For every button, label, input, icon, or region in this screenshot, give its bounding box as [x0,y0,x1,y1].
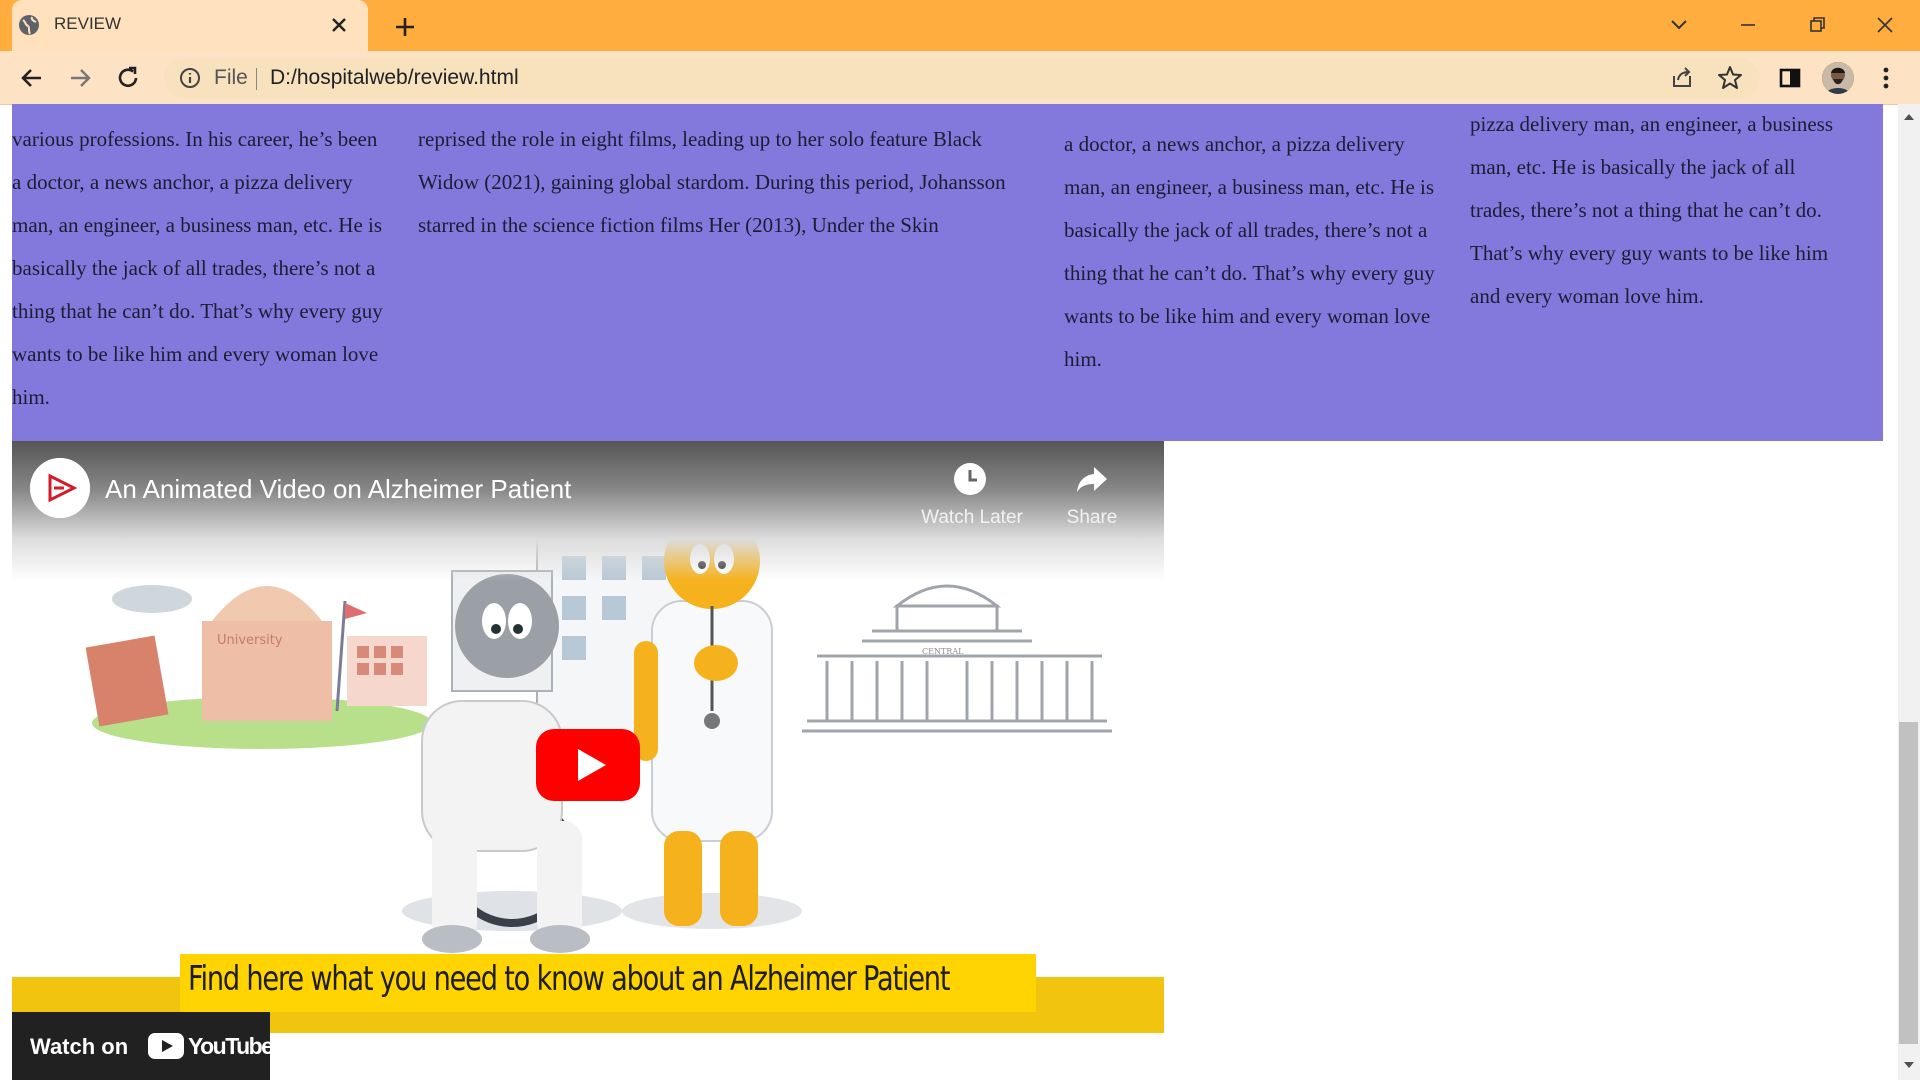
sign-university: University [217,633,283,648]
file-scheme-label: File [214,66,248,89]
url-text[interactable]: D:/hospitalweb/review.html [270,66,519,90]
review-text-line: a doctor, a news anchor, a pizza deliver… [12,170,353,194]
review-text-line: thing that he can’t do. That’s why every… [12,299,383,323]
review-column-1: various professions. In his career, he’s… [12,118,422,419]
review-column-4: pizza delivery man, an engineer, a busin… [1470,103,1880,318]
globe-icon [19,15,39,35]
review-text-line: starred in the science fiction films Her… [418,213,939,237]
minimize-icon[interactable] [1733,10,1763,40]
review-text-line: pizza delivery man, an engineer, a busin… [1470,112,1834,136]
channel-logo[interactable] [30,458,90,518]
share-page-icon[interactable] [1666,62,1698,94]
sign-central: CENTRAL [922,647,964,656]
bookmark-star-icon[interactable] [1714,62,1746,94]
review-column-3: a doctor, a news anchor, a pizza deliver… [1064,123,1474,381]
youtube-video-embed[interactable]: University CENTRAL An Animated Video on … [12,441,1164,1080]
review-text-line: man, etc. He is basically the jack of al… [1470,155,1796,179]
review-text-line: thing that he can’t do. That’s why every… [1064,261,1435,285]
new-tab-icon[interactable] [390,12,420,42]
scroll-up-arrow-icon[interactable] [1902,110,1916,124]
share-arrow-icon[interactable] [1074,461,1110,497]
kebab-menu-icon[interactable] [1870,62,1902,94]
info-icon[interactable] [178,66,202,90]
restore-window-icon[interactable] [1802,10,1832,40]
video-banner-text: Find here what you need to know about an… [188,959,951,999]
play-button-icon[interactable] [536,729,640,801]
review-text-line: various professions. In his career, he’s… [12,127,378,151]
review-text-line: and every woman love him. [1470,284,1704,308]
youtube-wordmark: YouTube [188,1033,274,1059]
watch-later-button[interactable]: Watch Later [917,507,1027,529]
review-text-line: man, an engineer, a business man, etc. H… [12,213,383,237]
review-text-line: a doctor, a news anchor, a pizza deliver… [1064,132,1405,156]
review-text-line: man, an engineer, a business man, etc. H… [1064,175,1435,199]
reviews-section: various professions. In his career, he’s… [12,104,1883,441]
watch-on-label: Watch on [30,1034,129,1059]
review-text-line: That’s why every guy wants to be like hi… [1470,241,1829,265]
side-panel-icon[interactable] [1774,62,1806,94]
scrollbar-thumb[interactable] [1899,722,1918,1044]
review-text-line: him. [1064,347,1102,371]
review-column-3-cut-line [1064,100,1474,114]
youtube-logo-icon [148,1033,184,1059]
tab-search-chevron-icon[interactable] [1664,10,1694,40]
back-arrow-icon[interactable] [16,62,48,94]
close-window-icon[interactable] [1870,10,1900,40]
clock-icon[interactable] [952,461,988,497]
review-text-line: reprised the role in eight films, leadin… [418,127,982,151]
close-tab-icon[interactable] [326,12,352,38]
review-text-line: wants to be like him and every woman lov… [1064,304,1431,328]
video-title[interactable]: An Animated Video on Alzheimer Patient [105,474,571,505]
scroll-down-arrow-icon[interactable] [1902,1058,1916,1072]
review-text-line: him. [12,385,50,409]
review-text-line: wants to be like him and every woman lov… [12,342,379,366]
tab-title: REVIEW [54,14,122,33]
avatar[interactable] [1822,62,1854,94]
watch-on-youtube-button[interactable]: Watch on YouTube [12,1012,274,1080]
reload-icon[interactable] [112,62,144,94]
review-text-line: basically the jack of all trades, there’… [1064,218,1428,242]
review-text-line: trades, there’s not a thing that he can’… [1470,198,1822,222]
share-button[interactable]: Share [1052,507,1132,529]
review-text-line: basically the jack of all trades, there’… [12,256,376,280]
review-column-2: reprised the role in eight films, leadin… [418,118,1068,247]
divider [256,68,257,90]
forward-arrow-icon[interactable] [64,62,96,94]
review-text-line: Widow (2021), gaining global stardom. Du… [418,170,1006,194]
